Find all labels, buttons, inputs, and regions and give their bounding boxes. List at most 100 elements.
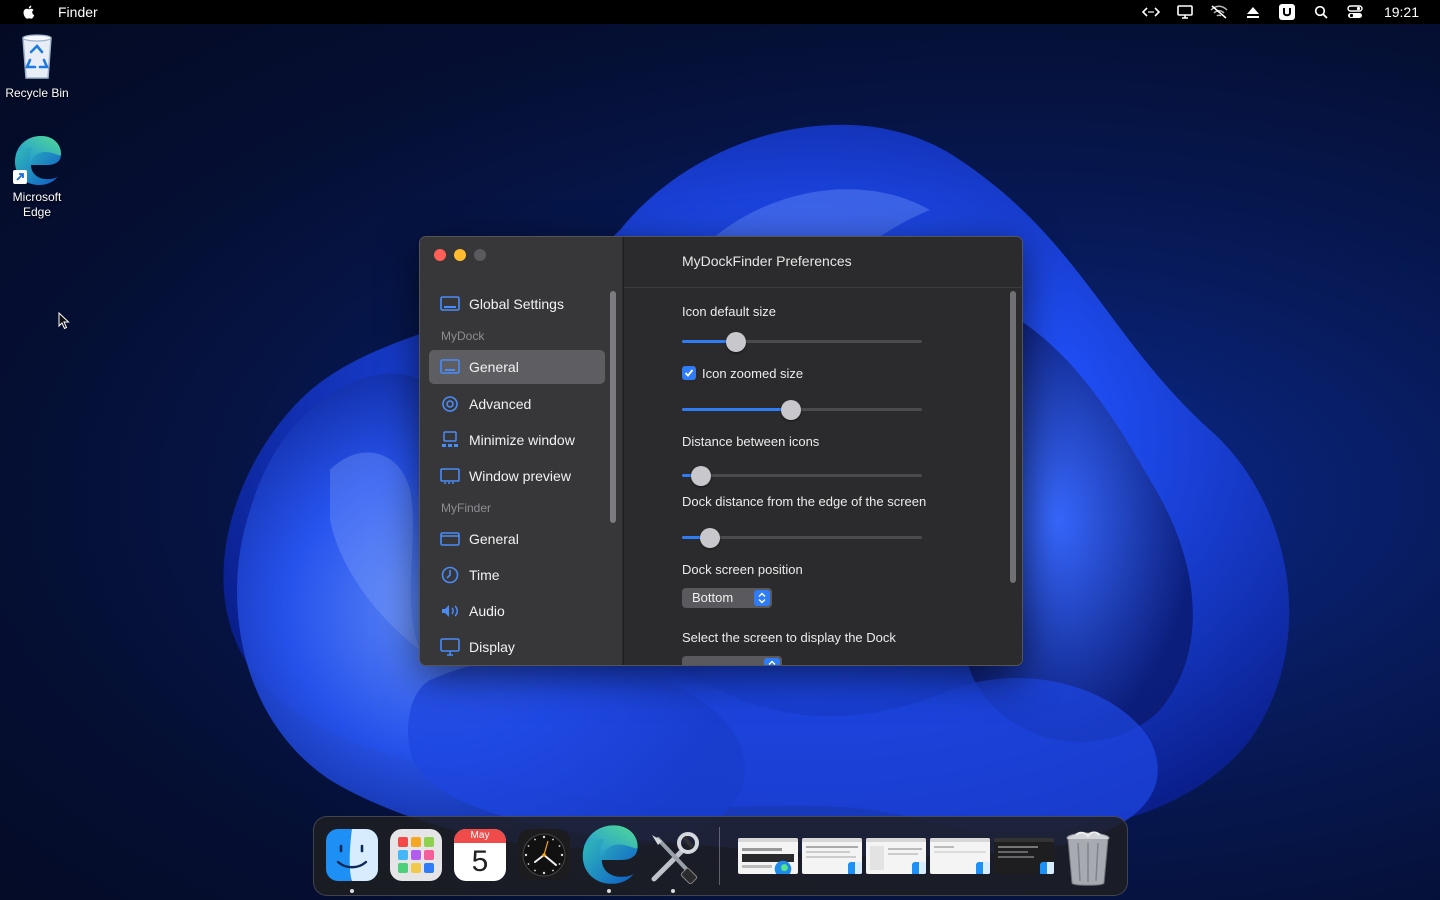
dock-running-indicator: [350, 889, 354, 893]
dock-clock-icon[interactable]: [518, 829, 570, 881]
sidebar-item-advanced[interactable]: Advanced: [429, 387, 605, 421]
code-icon[interactable]: [1141, 4, 1160, 20]
distance-between-icons-label: Distance between icons: [682, 434, 820, 449]
desktop-icon-label: Microsoft Edge: [12, 190, 62, 219]
menu-bar: Finder 19:21: [0, 0, 1440, 24]
select-value: Bottom: [692, 590, 734, 605]
clock-icon: [440, 566, 460, 584]
recycle-bin-icon: [11, 30, 63, 82]
icon-default-size-label: Icon default size: [682, 304, 776, 319]
eject-icon[interactable]: [1244, 4, 1262, 20]
finder-badge-icon: [848, 862, 862, 874]
display-icon[interactable]: [1176, 4, 1194, 20]
monitor-icon: [440, 638, 460, 656]
dock-minimized-window[interactable]: [994, 838, 1054, 874]
edge-badge-icon: [774, 860, 792, 874]
title-divider: [624, 287, 1022, 288]
apple-menu-icon[interactable]: [21, 4, 37, 20]
dock-tools-icon[interactable]: [644, 829, 702, 885]
slider-knob[interactable]: [700, 528, 720, 548]
wifi-off-icon[interactable]: [1210, 4, 1228, 20]
sidebar-item-label: General: [469, 531, 519, 547]
dock-edge-icon[interactable]: [578, 823, 640, 885]
dock-distance-edge-slider[interactable]: [682, 528, 922, 548]
menu-app-name[interactable]: Finder: [58, 4, 98, 20]
dock-running-indicator: [671, 889, 675, 893]
desktop-icon-label: Recycle Bin: [5, 86, 69, 100]
sidebar-item-label: General: [469, 359, 519, 375]
sidebar-item-global-settings[interactable]: Global Settings: [429, 287, 605, 321]
dock-finder-icon[interactable]: [326, 829, 378, 881]
sidebar-item-label: Minimize window: [469, 432, 575, 448]
control-center-icon[interactable]: [1346, 4, 1364, 20]
u-app-icon[interactable]: [1278, 4, 1296, 20]
sidebar-item-label: Time: [469, 567, 500, 583]
dock-trash-icon[interactable]: [1062, 829, 1114, 886]
window-title: MyDockFinder Preferences: [682, 253, 852, 269]
sidebar-item-label: Audio: [469, 603, 505, 619]
dock-minimized-window[interactable]: [802, 838, 862, 874]
dock-separator: [719, 827, 720, 885]
select-screen-label: Select the screen to display the Dock: [682, 630, 896, 645]
dock-minimized-window[interactable]: [930, 838, 990, 874]
slider-fill: [682, 408, 791, 411]
dock-distance-edge-label: Dock distance from the edge of the scree…: [682, 494, 927, 509]
dock-minimized-window[interactable]: [738, 838, 798, 874]
icon-zoomed-size-label: Icon zoomed size: [702, 366, 804, 381]
sidebar-item-label: Display: [469, 639, 515, 655]
sidebar-item-label: Global Settings: [469, 296, 564, 312]
sidebar-item-mydock-general[interactable]: General: [429, 350, 605, 384]
finder-badge-icon: [912, 862, 926, 874]
window-preview-icon: [440, 467, 460, 485]
sidebar-scrollbar[interactable]: [610, 291, 616, 523]
sidebar-item-display[interactable]: Display: [429, 630, 605, 664]
advanced-gear-icon: [440, 395, 460, 413]
dock-general-icon: [440, 358, 460, 376]
global-settings-icon: [440, 295, 460, 313]
slider-knob[interactable]: [726, 332, 746, 352]
window-minimize-button[interactable]: [454, 249, 466, 261]
window-close-button[interactable]: [434, 249, 446, 261]
preferences-sidebar: Global Settings MyDock General Advanced …: [420, 237, 622, 665]
sidebar-item-minimize-window[interactable]: Minimize window: [429, 423, 605, 457]
search-icon[interactable]: [1312, 4, 1330, 20]
mouse-cursor-icon: [58, 311, 70, 335]
dock: May 5: [313, 816, 1128, 896]
sidebar-item-audio[interactable]: Audio: [429, 594, 605, 628]
slider-knob[interactable]: [691, 466, 711, 486]
calendar-day: 5: [471, 845, 489, 878]
preferences-content: MyDockFinder Preferences Icon default si…: [623, 237, 1022, 665]
dock-screen-position-label: Dock screen position: [682, 562, 803, 577]
window-maximize-button[interactable]: [474, 249, 486, 261]
menubar-clock[interactable]: 19:21: [1384, 4, 1419, 20]
minimize-window-icon: [440, 431, 460, 449]
sidebar-item-time[interactable]: Time: [429, 558, 605, 592]
calendar-month: May: [454, 829, 506, 843]
icon-zoomed-size-checkbox[interactable]: [682, 366, 696, 380]
slider-knob[interactable]: [781, 400, 801, 420]
icon-default-size-slider[interactable]: [682, 332, 922, 352]
content-scrollbar[interactable]: [1010, 291, 1016, 583]
desktop-icon-edge[interactable]: Microsoft Edge: [0, 134, 74, 220]
select-screen-dropdown[interactable]: [682, 656, 782, 665]
desktop-icon-recycle-bin[interactable]: Recycle Bin: [0, 30, 74, 101]
preferences-window: Global Settings MyDock General Advanced …: [419, 236, 1023, 666]
sidebar-item-label: Window preview: [469, 468, 571, 484]
sidebar-item-myfinder-general[interactable]: General: [429, 522, 605, 556]
sidebar-section-mydock: MyDock: [441, 329, 485, 343]
speaker-icon: [440, 602, 460, 620]
dock-launchpad-icon[interactable]: [390, 829, 442, 881]
dock-running-indicator: [607, 889, 611, 893]
sidebar-item-window-preview[interactable]: Window preview: [429, 459, 605, 493]
distance-between-icons-slider[interactable]: [682, 466, 922, 486]
dock-minimized-window[interactable]: [866, 838, 926, 874]
dock-calendar-icon[interactable]: May 5: [454, 829, 506, 881]
dock-screen-position-select[interactable]: Bottom: [682, 588, 772, 608]
icon-zoomed-size-slider[interactable]: [682, 400, 922, 420]
select-arrows-icon: [764, 658, 780, 665]
select-arrows-icon: [754, 590, 770, 606]
sidebar-section-myfinder: MyFinder: [441, 501, 492, 515]
finder-general-icon: [440, 530, 460, 548]
sidebar-item-label: Advanced: [469, 396, 532, 412]
finder-badge-icon: [1040, 862, 1054, 874]
